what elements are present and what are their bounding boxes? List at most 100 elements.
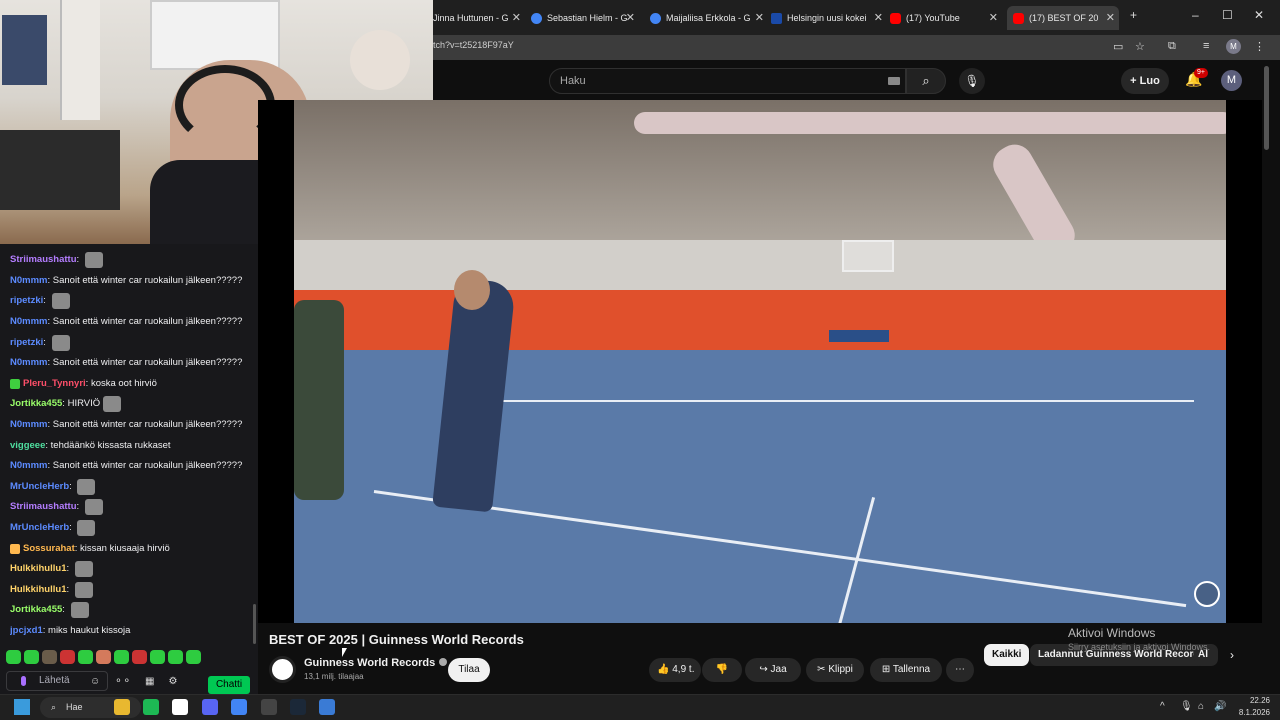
cast-icon[interactable]: ▭ xyxy=(1113,40,1123,53)
badge-icon[interactable] xyxy=(10,378,20,389)
emote-icon[interactable] xyxy=(168,650,183,664)
cat-emote-icon[interactable] xyxy=(77,520,96,537)
emote-icon[interactable] xyxy=(150,650,165,664)
tab-0[interactable]: Jinna Huttunen - G ✕ xyxy=(433,6,521,30)
chat-username[interactable]: ripetzki xyxy=(10,291,43,311)
clip-button[interactable]: ✂ Klippi xyxy=(806,658,864,682)
chat-username[interactable]: N0mmm xyxy=(10,271,48,291)
chat-username[interactable]: MrUncleHerb xyxy=(10,477,69,497)
box-icon[interactable]: ▦ xyxy=(145,676,154,687)
channel-name[interactable]: Guinness World Records xyxy=(304,657,448,669)
chat-username[interactable]: Striimaushattu xyxy=(10,497,77,517)
page-scrollbar[interactable] xyxy=(1264,66,1269,150)
mic-tray-icon[interactable]: 🎙 xyxy=(1180,701,1193,712)
cat-emote-icon[interactable] xyxy=(77,478,96,495)
chat-scrollbar[interactable] xyxy=(253,604,256,644)
emote-icon[interactable] xyxy=(42,650,57,664)
taskbar-app-icon[interactable] xyxy=(143,699,159,715)
network-icon[interactable]: ⌂ xyxy=(1198,701,1204,712)
menu-icon[interactable]: ⋮ xyxy=(1254,40,1265,53)
close-icon[interactable]: ✕ xyxy=(1106,6,1115,30)
subscribe-button[interactable]: Tilaa xyxy=(448,658,490,682)
emote-icon[interactable] xyxy=(24,650,39,664)
channel-avatar[interactable] xyxy=(269,656,296,683)
chat-username[interactable]: N0mmm xyxy=(10,456,48,476)
taskbar-app-icon[interactable] xyxy=(290,699,306,715)
emote-icon[interactable] xyxy=(186,650,201,664)
media-icon[interactable]: ≡ xyxy=(1203,40,1209,52)
points-icon[interactable]: ⚬⚬ xyxy=(114,676,131,687)
chat-username[interactable]: Sossurahat xyxy=(23,539,75,559)
taskbar-app-icon[interactable] xyxy=(172,699,188,715)
emote-icon[interactable] xyxy=(96,650,111,664)
save-button[interactable]: ⊞ Tallenna xyxy=(870,658,942,682)
chat-username[interactable]: Striimaushattu xyxy=(10,250,77,270)
chat-username[interactable]: Pleru_Tynnyri xyxy=(23,374,86,394)
chat-username[interactable]: Hulkkihullu1 xyxy=(10,559,66,579)
like-button[interactable]: 👍 4,9 t. xyxy=(649,658,701,682)
account-avatar[interactable]: M xyxy=(1221,70,1242,91)
more-actions-button[interactable]: ⋯ xyxy=(946,658,974,682)
channel-watermark-icon[interactable] xyxy=(1194,581,1220,607)
taskbar-app-icon[interactable] xyxy=(202,699,218,715)
chat-username[interactable]: jpcjxd1 xyxy=(10,621,43,641)
chat-send-button[interactable]: Chatti xyxy=(208,676,250,694)
chat-username[interactable]: Hulkkihullu1 xyxy=(10,580,66,600)
settings-icon[interactable]: ⚙ xyxy=(168,676,177,687)
chat-username[interactable]: ripetzki xyxy=(10,333,43,353)
chip-all[interactable]: Kaikki xyxy=(984,644,1030,666)
create-button[interactable]: + Luo xyxy=(1121,68,1169,94)
chat-username[interactable]: viggeee xyxy=(10,436,45,456)
voice-search-button[interactable]: 🎙 xyxy=(959,68,985,94)
search-button[interactable]: ⌕ xyxy=(906,68,946,94)
url-field[interactable]: tch?v=t25218F97aY xyxy=(433,40,514,50)
keyboard-icon[interactable] xyxy=(888,77,900,85)
taskbar-app-icon[interactable] xyxy=(114,699,130,715)
minimize-button[interactable]: – xyxy=(1192,8,1199,22)
emoji-icon[interactable]: ☺ xyxy=(90,676,100,687)
cat-emote-icon[interactable] xyxy=(51,334,70,351)
cat-emote-icon[interactable] xyxy=(70,602,89,619)
bookmark-star-icon[interactable]: ☆ xyxy=(1135,40,1145,53)
chevron-right-icon[interactable]: › xyxy=(1230,648,1234,662)
close-window-button[interactable]: ✕ xyxy=(1254,8,1264,22)
cat-emote-icon[interactable] xyxy=(74,581,93,598)
search-input[interactable]: Haku xyxy=(549,68,906,94)
emote-icon[interactable] xyxy=(132,650,147,664)
volume-icon[interactable]: 🔊 xyxy=(1214,701,1226,712)
taskbar-app-icon[interactable] xyxy=(319,699,335,715)
windows-start-icon[interactable] xyxy=(14,699,30,715)
cat-emote-icon[interactable] xyxy=(74,561,93,578)
chat-username[interactable]: N0mmm xyxy=(10,353,48,373)
dislike-button[interactable]: 👎 xyxy=(702,658,742,682)
cat-emote-icon[interactable] xyxy=(103,396,122,413)
chevron-up-icon[interactable]: ^ xyxy=(1160,701,1165,712)
chat-username[interactable]: MrUncleHerb xyxy=(10,518,69,538)
profile-avatar[interactable]: M xyxy=(1226,39,1241,54)
extensions-icon[interactable]: ⧉ xyxy=(1168,40,1176,53)
clock[interactable]: 22.26 8.1.2026 xyxy=(1230,695,1270,719)
video-player[interactable] xyxy=(294,100,1226,623)
cat-emote-icon[interactable] xyxy=(84,252,103,269)
taskbar-app-icon[interactable] xyxy=(261,699,277,715)
close-icon[interactable]: ✕ xyxy=(512,6,521,30)
badge-icon[interactable] xyxy=(10,543,20,554)
close-icon[interactable]: ✕ xyxy=(874,6,883,30)
cat-emote-icon[interactable] xyxy=(84,499,103,516)
new-tab-button[interactable]: + xyxy=(1130,8,1137,22)
share-button[interactable]: ↪ Jaa xyxy=(745,658,801,682)
emote-icon[interactable] xyxy=(6,650,21,664)
close-icon[interactable]: ✕ xyxy=(626,6,635,30)
close-icon[interactable]: ✕ xyxy=(755,6,764,30)
emote-icon[interactable] xyxy=(114,650,129,664)
tab-5-active[interactable]: (17) BEST OF 20 ✕ xyxy=(1007,6,1119,30)
taskbar-app-icon[interactable] xyxy=(231,699,247,715)
tab-4[interactable]: (17) YouTube ✕ xyxy=(890,6,998,30)
tab-3[interactable]: Helsingin uusi kokei ✕ xyxy=(771,6,883,30)
tab-2[interactable]: Maijaliisa Erkkola - G ✕ xyxy=(650,6,764,30)
close-icon[interactable]: ✕ xyxy=(989,6,998,30)
tab-1[interactable]: Sebastian Hielm - G ✕ xyxy=(531,6,635,30)
cat-emote-icon[interactable] xyxy=(51,293,70,310)
emote-icon[interactable] xyxy=(78,650,93,664)
emote-icon[interactable] xyxy=(60,650,75,664)
